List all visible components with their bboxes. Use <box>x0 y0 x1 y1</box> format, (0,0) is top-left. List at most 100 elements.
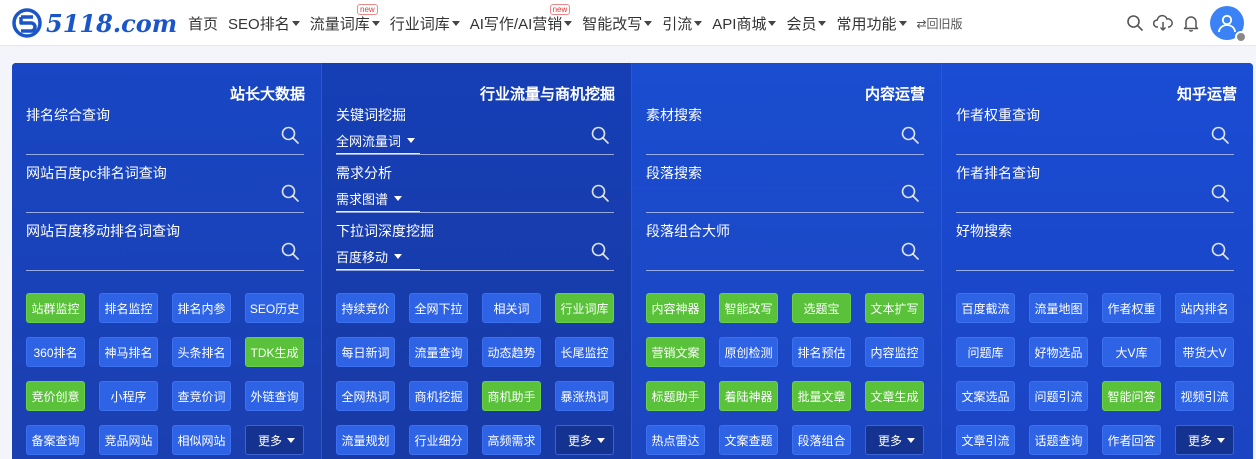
site-logo[interactable]: 5118.com <box>12 6 177 40</box>
tool-button[interactable]: 每日新词 <box>336 337 395 367</box>
tool-button[interactable]: 动态趋势 <box>482 337 541 367</box>
tool-button[interactable]: 原创检测 <box>719 337 778 367</box>
nav-item-5[interactable]: 智能改写 <box>582 13 653 34</box>
tool-button[interactable]: 备案查询 <box>26 425 85 455</box>
tool-button[interactable]: 作者权重 <box>1102 293 1161 323</box>
search-field[interactable]: 网站百度移动排名词查询 <box>26 221 304 271</box>
search-field[interactable]: 需求分析 需求图谱 <box>336 163 614 213</box>
tool-button[interactable]: 作者回答 <box>1102 425 1161 455</box>
tool-button[interactable]: 话题查询 <box>1029 425 1088 455</box>
nav-item-2[interactable]: 流量词库 new <box>310 3 380 34</box>
search-field[interactable]: 作者排名查询 <box>956 163 1234 213</box>
nav-item-6[interactable]: 引流 <box>662 13 703 34</box>
tool-button[interactable]: 竞价创意 <box>26 381 85 411</box>
tool-button[interactable]: 相关词 <box>482 293 541 323</box>
tool-button[interactable]: 文章引流 <box>956 425 1015 455</box>
tool-button[interactable]: 暴涨热词 <box>555 381 614 411</box>
user-avatar-icon[interactable] <box>1210 6 1247 43</box>
tool-button[interactable]: 360排名 <box>26 337 85 367</box>
search-icon[interactable] <box>1210 241 1230 261</box>
search-field[interactable]: 网站百度pc排名词查询 <box>26 163 304 213</box>
search-icon[interactable] <box>280 125 300 145</box>
search-field[interactable]: 素材搜索 <box>646 105 924 155</box>
tool-button[interactable]: 视频引流 <box>1175 381 1234 411</box>
search-field[interactable]: 段落搜索 <box>646 163 924 213</box>
tool-button[interactable]: 大V库 <box>1102 337 1161 367</box>
tool-button[interactable]: 内容神器 <box>646 293 705 323</box>
search-icon[interactable] <box>590 241 610 261</box>
search-type-select[interactable]: 百度移动 <box>336 247 403 266</box>
nav-item-8[interactable]: 会员 <box>786 13 827 34</box>
tool-button[interactable]: 小程序 <box>99 381 158 411</box>
cloud-download-icon[interactable] <box>1150 10 1176 36</box>
tool-button[interactable]: 竞品网站 <box>99 425 158 455</box>
more-dropdown-button[interactable]: 更多 <box>1175 425 1234 455</box>
tool-button[interactable]: 商机助手 <box>482 381 541 411</box>
bell-icon[interactable] <box>1178 10 1204 36</box>
tool-button[interactable]: 排名预估 <box>792 337 851 367</box>
search-type-select[interactable]: 全网流量词 <box>336 131 416 150</box>
tool-button[interactable]: 着陆神器 <box>719 381 778 411</box>
tool-button[interactable]: 选题宝 <box>792 293 851 323</box>
tool-button[interactable]: 长尾监控 <box>555 337 614 367</box>
nav-item-7[interactable]: API商城 <box>712 13 777 34</box>
tool-button[interactable]: 百度截流 <box>956 293 1015 323</box>
search-icon[interactable] <box>900 125 920 145</box>
tool-button[interactable]: 流量规划 <box>336 425 395 455</box>
tool-button[interactable]: 热点雷达 <box>646 425 705 455</box>
tool-button[interactable]: 相似网站 <box>172 425 231 455</box>
tool-button[interactable]: 标题助手 <box>646 381 705 411</box>
tool-button[interactable]: 文章生成 <box>865 381 924 411</box>
search-icon[interactable] <box>900 183 920 203</box>
tool-button[interactable]: 站群监控 <box>26 293 85 323</box>
tool-button[interactable]: 全网下拉 <box>409 293 468 323</box>
tool-button[interactable]: 文本扩写 <box>865 293 924 323</box>
nav-item-1[interactable]: SEO排名 <box>228 13 300 34</box>
search-field[interactable]: 关键词挖掘 全网流量词 <box>336 105 614 155</box>
search-icon[interactable] <box>1210 125 1230 145</box>
more-dropdown-button[interactable]: 更多 <box>555 425 614 455</box>
tool-button[interactable]: 神马排名 <box>99 337 158 367</box>
search-icon[interactable] <box>280 241 300 261</box>
tool-button[interactable]: 好物选品 <box>1029 337 1088 367</box>
tool-button[interactable]: 流量查询 <box>409 337 468 367</box>
search-icon[interactable] <box>280 183 300 203</box>
tool-button[interactable]: 文案选品 <box>956 381 1015 411</box>
tool-button[interactable]: 商机挖掘 <box>409 381 468 411</box>
tool-button[interactable]: 流量地图 <box>1029 293 1088 323</box>
search-field[interactable]: 下拉词深度挖掘 百度移动 <box>336 221 614 271</box>
tool-button[interactable]: 排名内参 <box>172 293 231 323</box>
nav-item-3[interactable]: 行业词库 <box>390 13 460 34</box>
tool-button[interactable]: 行业细分 <box>409 425 468 455</box>
nav-item-9[interactable]: 常用功能 <box>836 13 907 34</box>
tool-button[interactable]: 智能问答 <box>1102 381 1161 411</box>
tool-button[interactable]: 带货大V <box>1175 337 1234 367</box>
tool-button[interactable]: 高频需求 <box>482 425 541 455</box>
tool-button[interactable]: 排名监控 <box>99 293 158 323</box>
search-icon[interactable] <box>1210 183 1230 203</box>
tool-button[interactable]: 内容监控 <box>865 337 924 367</box>
tool-button[interactable]: 行业词库 <box>555 293 614 323</box>
nav-item-4[interactable]: AI写作/AI营销 new <box>470 3 573 34</box>
tool-button[interactable]: 查竞价词 <box>172 381 231 411</box>
tool-button[interactable]: 智能改写 <box>719 293 778 323</box>
search-field[interactable]: 作者权重查询 <box>956 105 1234 155</box>
search-field[interactable]: 排名综合查询 <box>26 105 304 155</box>
search-icon[interactable] <box>590 183 610 203</box>
tool-button[interactable]: 营销文案 <box>646 337 705 367</box>
tool-button[interactable]: 持续竞价 <box>336 293 395 323</box>
search-icon[interactable] <box>900 241 920 261</box>
tool-button[interactable]: 外链查询 <box>245 381 304 411</box>
search-field[interactable]: 段落组合大师 <box>646 221 924 271</box>
tool-button[interactable]: 批量文章 <box>792 381 851 411</box>
more-dropdown-button[interactable]: 更多 <box>245 425 304 455</box>
tool-button[interactable]: TDK生成 <box>245 337 304 367</box>
search-type-select[interactable]: 需求图谱 <box>336 189 403 208</box>
switch-old-version-link[interactable]: ⇄回旧版 <box>917 15 963 32</box>
tool-button[interactable]: 问题库 <box>956 337 1015 367</box>
search-field[interactable]: 好物搜索 <box>956 221 1234 271</box>
tool-button[interactable]: 文案查题 <box>719 425 778 455</box>
tool-button[interactable]: 头条排名 <box>172 337 231 367</box>
search-icon[interactable] <box>1122 10 1148 36</box>
tool-button[interactable]: 段落组合 <box>792 425 851 455</box>
